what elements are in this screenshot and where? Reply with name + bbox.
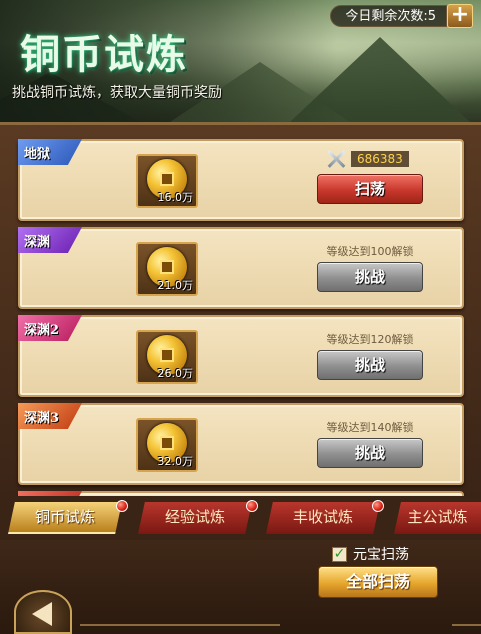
add-attempts-button[interactable]: + xyxy=(447,4,473,28)
sweep-button[interactable]: 扫荡 xyxy=(317,174,423,204)
trial-card: 地狱 16.0万 686383 扫荡 xyxy=(18,139,464,221)
header-banner: 铜币试炼 挑战铜币试炼，获取大量铜币奖励 今日剩余次数:5 + xyxy=(0,0,481,122)
trial-tabs: 铜币试炼 经验试炼 丰收试炼 主公试炼 xyxy=(0,496,481,540)
ingot-sweep-label: 元宝扫荡 xyxy=(353,547,409,563)
trial-name: 深渊 xyxy=(24,235,51,250)
sweep-all-button[interactable]: 全部扫荡 xyxy=(318,566,438,598)
trial-name: 深渊2 xyxy=(24,323,60,338)
unlock-requirement: 等级达到140解锁 xyxy=(326,421,414,434)
ornament-line xyxy=(80,624,280,626)
notification-dot xyxy=(372,500,384,512)
page-title: 铜币试炼 xyxy=(20,31,188,78)
coin-reward: 26.0万 xyxy=(136,330,198,384)
footer-bar: ✓ 元宝扫荡 全部扫荡 xyxy=(0,540,481,634)
unlock-requirement: 等级达到100解锁 xyxy=(326,245,414,258)
notification-dot xyxy=(116,500,128,512)
trial-card: 深渊3 32.0万 等级达到140解锁 挑战 xyxy=(18,403,464,485)
challenge-button[interactable]: 挑战 xyxy=(317,438,423,468)
daily-remaining: 今日剩余次数:5 + xyxy=(330,4,473,28)
coin-amount: 32.0万 xyxy=(157,455,194,468)
coin-amount: 21.0万 xyxy=(157,279,194,292)
trial-list-frame: 地狱 16.0万 686383 扫荡 深渊 21.0万 等级达到100解锁 挑战 xyxy=(0,122,481,505)
ornament-line xyxy=(452,624,481,626)
notification-dot xyxy=(246,500,258,512)
coin-amount: 26.0万 xyxy=(157,367,194,380)
trial-name: 深渊3 xyxy=(24,411,60,426)
coin-amount: 16.0万 xyxy=(157,191,194,204)
trial-name: 地狱 xyxy=(24,147,51,162)
ingot-sweep-checkbox[interactable]: ✓ xyxy=(332,546,347,562)
trial-card: 深渊 21.0万 等级达到100解锁 挑战 xyxy=(18,227,464,309)
power-score: 686383 xyxy=(325,149,409,169)
trial-card: 深渊2 26.0万 等级达到120解锁 挑战 xyxy=(18,315,464,397)
tab-copper-trial[interactable]: 铜币试炼 xyxy=(8,502,122,534)
score-value: 686383 xyxy=(351,151,409,167)
coin-reward: 21.0万 xyxy=(136,242,198,296)
back-arrow-icon xyxy=(32,602,52,626)
back-button[interactable] xyxy=(14,590,72,634)
coin-reward: 16.0万 xyxy=(136,154,198,208)
tab-lord-trial[interactable]: 主公试炼 xyxy=(394,502,481,534)
daily-remaining-text: 今日剩余次数:5 xyxy=(330,5,447,27)
crossed-swords-icon xyxy=(325,150,347,168)
tab-exp-trial[interactable]: 经验试炼 xyxy=(138,502,252,534)
page-subtitle: 挑战铜币试炼，获取大量铜币奖励 xyxy=(12,85,222,101)
coin-reward: 32.0万 xyxy=(136,418,198,472)
tab-harvest-trial[interactable]: 丰收试炼 xyxy=(266,502,380,534)
trial-list[interactable]: 地狱 16.0万 686383 扫荡 深渊 21.0万 等级达到100解锁 挑战 xyxy=(8,135,473,505)
challenge-button[interactable]: 挑战 xyxy=(317,262,423,292)
challenge-button[interactable]: 挑战 xyxy=(317,350,423,380)
ingot-sweep-option[interactable]: ✓ 元宝扫荡 xyxy=(332,544,409,564)
unlock-requirement: 等级达到120解锁 xyxy=(326,333,414,346)
